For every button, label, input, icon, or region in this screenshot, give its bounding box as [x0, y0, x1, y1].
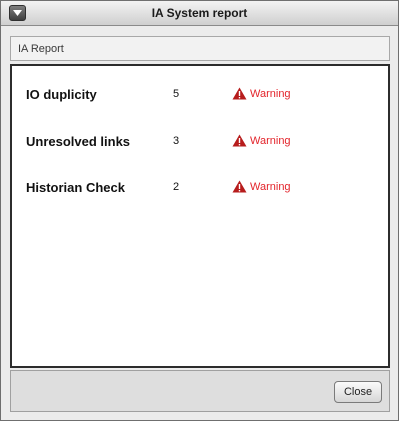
- warning-label: Warning: [250, 134, 291, 147]
- row-label: IO duplicity: [26, 87, 97, 102]
- report-window: IA System report IA Report IO duplicity …: [0, 0, 399, 421]
- row-count: 3: [173, 135, 180, 147]
- dialog-footer: Close: [10, 370, 390, 412]
- row-status: Warning: [232, 87, 291, 100]
- report-header-label: IA Report: [18, 43, 64, 55]
- row-status: Warning: [232, 134, 291, 147]
- row-status: Warning: [232, 180, 291, 193]
- report-row-unresolved-links: Unresolved links 3 Warning: [12, 132, 388, 152]
- warning-triangle-icon: [232, 134, 247, 147]
- row-label: Unresolved links: [26, 134, 131, 149]
- report-header: IA Report: [10, 36, 390, 61]
- report-row-historian-check: Historian Check 2 Warning: [12, 178, 388, 198]
- warning-triangle-icon: [232, 87, 247, 100]
- warning-label: Warning: [250, 180, 291, 193]
- row-count: 5: [173, 88, 180, 100]
- report-list: IO duplicity 5 Warning Unresolved links …: [10, 64, 390, 368]
- report-row-io-duplicity: IO duplicity 5 Warning: [12, 85, 388, 105]
- close-button[interactable]: Close: [334, 381, 382, 403]
- row-count: 2: [173, 181, 180, 193]
- warning-label: Warning: [250, 87, 291, 100]
- title-bar: IA System report: [1, 1, 398, 26]
- window-title: IA System report: [151, 6, 248, 20]
- warning-triangle-icon: [232, 180, 247, 193]
- row-label: Historian Check: [26, 180, 125, 195]
